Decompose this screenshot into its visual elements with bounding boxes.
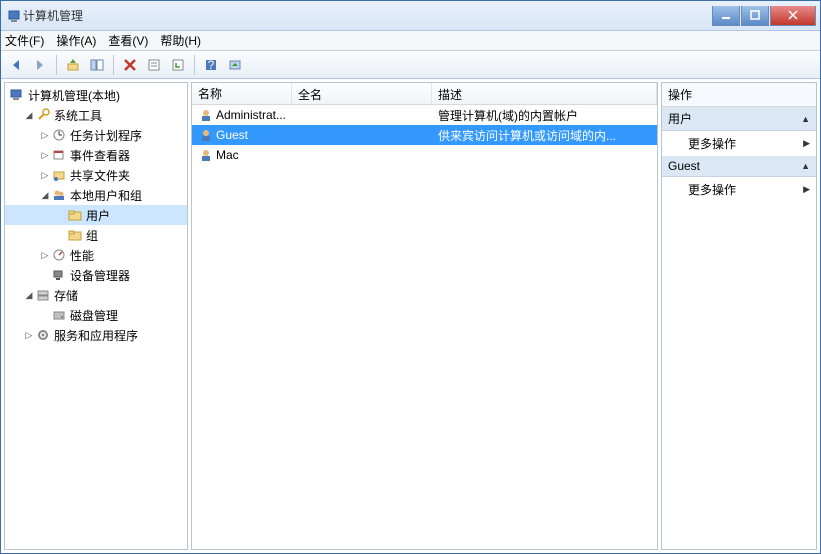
minimize-button[interactable] bbox=[712, 6, 740, 26]
help-button[interactable]: ? bbox=[200, 54, 222, 76]
list-header: 名称 全名 描述 bbox=[192, 83, 657, 105]
perf-icon bbox=[51, 247, 67, 263]
tree-users[interactable]: 用户 bbox=[5, 205, 187, 225]
list-row[interactable]: Guest 供来宾访问计算机或访问域的内... bbox=[192, 125, 657, 145]
actions-header: 操作 bbox=[662, 83, 816, 107]
event-icon bbox=[51, 147, 67, 163]
collapse-icon: ◢ bbox=[39, 190, 51, 201]
expand-icon: ▷ bbox=[39, 150, 51, 161]
maximize-button[interactable] bbox=[741, 6, 769, 26]
toolbar: ? bbox=[1, 51, 820, 79]
col-fullname[interactable]: 全名 bbox=[292, 83, 432, 104]
properties-button[interactable] bbox=[143, 54, 165, 76]
list-row[interactable]: Administrat... 管理计算机(域)的内置帐户 bbox=[192, 105, 657, 125]
tree-pane: 计算机管理(本地) ◢ 系统工具 ▷ 任务计划程序 ▷ 事件查看器 bbox=[4, 82, 188, 550]
window: 计算机管理 文件(F) 操作(A) 查看(V) 帮助(H) ? bbox=[0, 0, 821, 554]
tree-disk-management[interactable]: 磁盘管理 bbox=[5, 305, 187, 325]
folder-icon bbox=[67, 207, 83, 223]
expand-icon: ▷ bbox=[39, 170, 51, 181]
up-button[interactable] bbox=[62, 54, 84, 76]
actions-more-guest[interactable]: 更多操作 ▶ bbox=[662, 177, 816, 202]
collapse-icon: ◢ bbox=[23, 110, 35, 121]
svg-text:?: ? bbox=[208, 58, 215, 72]
tree-local-users[interactable]: ◢ 本地用户和组 bbox=[5, 185, 187, 205]
menubar: 文件(F) 操作(A) 查看(V) 帮助(H) bbox=[1, 31, 820, 51]
disk-icon bbox=[51, 307, 67, 323]
tree-performance[interactable]: ▷ 性能 bbox=[5, 245, 187, 265]
tree-storage[interactable]: ◢ 存储 bbox=[5, 285, 187, 305]
tree-task-scheduler[interactable]: ▷ 任务计划程序 bbox=[5, 125, 187, 145]
user-icon bbox=[198, 127, 214, 143]
tree-system-tools[interactable]: ◢ 系统工具 bbox=[5, 105, 187, 125]
folder-icon bbox=[67, 227, 83, 243]
menu-file[interactable]: 文件(F) bbox=[5, 32, 44, 49]
toolbar-separator bbox=[113, 55, 114, 75]
show-hide-tree-button[interactable] bbox=[86, 54, 108, 76]
share-icon bbox=[51, 167, 67, 183]
actions-group-users[interactable]: 用户 ▲ bbox=[662, 107, 816, 131]
tree-event-viewer[interactable]: ▷ 事件查看器 bbox=[5, 145, 187, 165]
tree-device-manager[interactable]: 设备管理器 bbox=[5, 265, 187, 285]
list-pane: 名称 全名 描述 Administrat... 管理计算机(域)的内置帐户 Gu… bbox=[191, 82, 658, 550]
window-controls bbox=[711, 6, 816, 26]
content-area: 计算机管理(本地) ◢ 系统工具 ▷ 任务计划程序 ▷ 事件查看器 bbox=[1, 79, 820, 553]
actions-pane: 操作 用户 ▲ 更多操作 ▶ Guest ▲ 更多操作 ▶ bbox=[661, 82, 817, 550]
user-icon bbox=[198, 107, 214, 123]
expand-icon: ▷ bbox=[39, 130, 51, 141]
tree-root[interactable]: 计算机管理(本地) bbox=[5, 85, 187, 105]
back-button[interactable] bbox=[5, 54, 27, 76]
menu-help[interactable]: 帮助(H) bbox=[160, 32, 201, 49]
app-icon bbox=[7, 8, 23, 24]
col-name[interactable]: 名称 bbox=[192, 83, 292, 104]
storage-icon bbox=[35, 287, 51, 303]
tree-services[interactable]: ▷ 服务和应用程序 bbox=[5, 325, 187, 345]
export-button[interactable] bbox=[224, 54, 246, 76]
menu-view[interactable]: 查看(V) bbox=[108, 32, 148, 49]
tree-groups[interactable]: 组 bbox=[5, 225, 187, 245]
user-icon bbox=[198, 147, 214, 163]
actions-group-guest[interactable]: Guest ▲ bbox=[662, 156, 816, 177]
refresh-button[interactable] bbox=[167, 54, 189, 76]
col-desc[interactable]: 描述 bbox=[432, 83, 657, 104]
expand-icon: ▷ bbox=[39, 250, 51, 261]
window-title: 计算机管理 bbox=[23, 7, 711, 24]
delete-button[interactable] bbox=[119, 54, 141, 76]
close-button[interactable] bbox=[770, 6, 816, 26]
users-icon bbox=[51, 187, 67, 203]
services-icon bbox=[35, 327, 51, 343]
submenu-icon: ▶ bbox=[803, 138, 810, 149]
device-icon bbox=[51, 267, 67, 283]
collapse-icon: ▲ bbox=[801, 114, 810, 124]
computer-icon bbox=[9, 87, 25, 103]
titlebar[interactable]: 计算机管理 bbox=[1, 1, 820, 31]
expand-icon: ▷ bbox=[23, 330, 35, 341]
nav-tree: 计算机管理(本地) ◢ 系统工具 ▷ 任务计划程序 ▷ 事件查看器 bbox=[5, 83, 187, 347]
toolbar-separator bbox=[194, 55, 195, 75]
tree-shared-folders[interactable]: ▷ 共享文件夹 bbox=[5, 165, 187, 185]
collapse-icon: ◢ bbox=[23, 290, 35, 301]
collapse-icon: ▲ bbox=[801, 161, 810, 171]
clock-icon bbox=[51, 127, 67, 143]
actions-more-users[interactable]: 更多操作 ▶ bbox=[662, 131, 816, 156]
menu-action[interactable]: 操作(A) bbox=[56, 32, 96, 49]
submenu-icon: ▶ bbox=[803, 184, 810, 195]
forward-button[interactable] bbox=[29, 54, 51, 76]
tools-icon bbox=[35, 107, 51, 123]
toolbar-separator bbox=[56, 55, 57, 75]
list-row[interactable]: Mac bbox=[192, 145, 657, 165]
